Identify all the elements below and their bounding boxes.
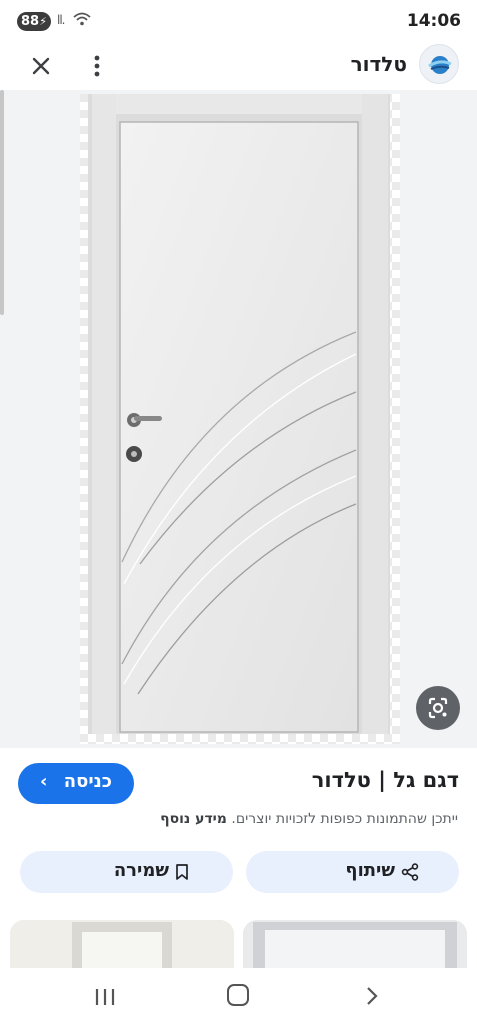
related-image-thumbnail[interactable] [10, 920, 234, 970]
image-viewer[interactable] [0, 90, 477, 748]
related-image-thumbnail[interactable] [243, 920, 467, 970]
image-title[interactable]: דגם גל | טלדור [312, 768, 459, 792]
home-icon[interactable] [227, 984, 249, 1006]
clock: 14:06 [406, 11, 461, 31]
battery-level: 88 [21, 14, 40, 29]
battery-indicator: 88 ⚡ [17, 12, 51, 31]
share-label: שיתוף [345, 860, 395, 881]
copyright-notice: ייתכן שהתמונות כפופות לזכויות יוצרים. מי… [160, 811, 458, 827]
site-logo-icon[interactable] [419, 44, 459, 84]
share-button[interactable]: שיתוף [246, 851, 459, 893]
save-button[interactable]: שמירה [20, 851, 233, 893]
visit-button[interactable]: כניסה › [18, 763, 134, 804]
charging-icon: ⚡ [39, 15, 47, 28]
chevron-right-icon: › [40, 771, 48, 792]
more-info-link[interactable]: מידע נוסף [160, 811, 227, 827]
wifi-icon [73, 12, 91, 26]
copyright-text: ייתכן שהתמונות כפופות לזכויות יוצרים. [231, 811, 458, 827]
close-icon[interactable] [27, 52, 55, 80]
status-bar: 88 ⚡ ll. 14:06 [0, 0, 477, 40]
back-icon[interactable] [362, 984, 382, 1008]
bookmark-icon [176, 864, 188, 880]
save-label: שמירה [113, 860, 169, 881]
header: טלדור [0, 40, 477, 90]
door-image[interactable] [80, 94, 400, 744]
signal-icon: ll. [57, 13, 66, 27]
google-lens-icon[interactable] [416, 686, 460, 730]
recent-apps-icon[interactable] [93, 986, 117, 1008]
system-nav-bar [0, 968, 477, 1024]
more-vert-icon[interactable] [88, 52, 106, 80]
scrollbar[interactable] [0, 90, 4, 315]
share-icon [401, 863, 419, 881]
site-name[interactable]: טלדור [351, 52, 407, 76]
visit-label: כניסה [63, 771, 112, 792]
